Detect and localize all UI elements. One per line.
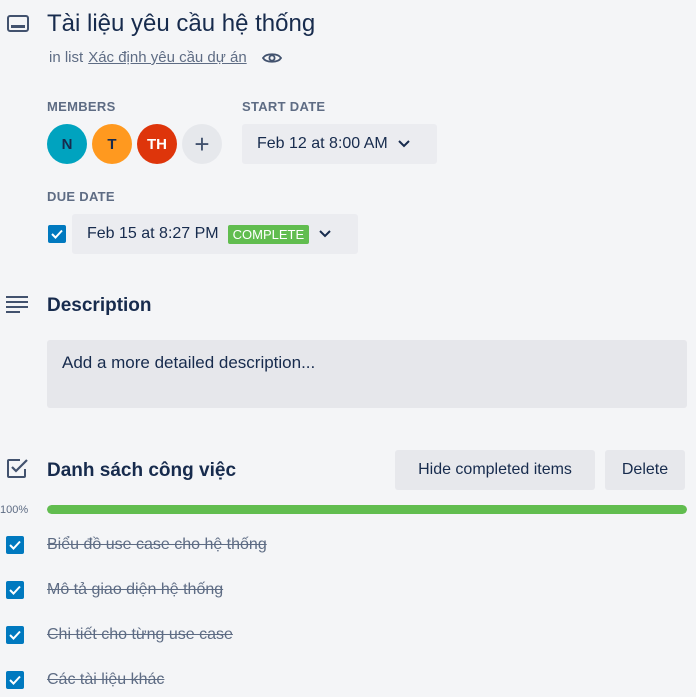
list-link[interactable]: Xác định yêu cầu dự án (88, 48, 246, 68)
description-heading: Description (47, 295, 152, 316)
checkmark-icon (9, 675, 21, 685)
add-member-button[interactable]: + (182, 124, 222, 164)
list-info: in list Xác định yêu cầu dự án (49, 48, 282, 68)
list-item[interactable]: Các tài liệu khác (6, 671, 164, 689)
status-badge: COMPLETE (227, 224, 310, 244)
start-date-label: START DATE (242, 99, 326, 114)
list-item[interactable]: Chi tiết cho từng use case (6, 626, 233, 644)
start-date-button[interactable]: Feb 12 at 8:00 AM (242, 124, 437, 164)
chevron-down-icon (319, 230, 331, 238)
item-text[interactable]: Chi tiết cho từng use case (47, 626, 233, 644)
due-date-label: DUE DATE (47, 189, 115, 204)
chevron-down-icon (398, 140, 410, 148)
progress-bar (47, 505, 687, 514)
checkmark-icon (9, 540, 21, 550)
avatar[interactable]: N (47, 124, 87, 164)
list-item[interactable]: Biểu đồ use case cho hệ thống (6, 536, 267, 554)
item-checkbox[interactable] (6, 626, 24, 644)
due-date-checkbox[interactable] (48, 225, 66, 243)
checklist-icon (7, 459, 28, 478)
members-label: MEMBERS (47, 99, 116, 114)
delete-checklist-button[interactable]: Delete (605, 450, 685, 490)
description-input[interactable]: Add a more detailed description... (47, 340, 687, 408)
item-text[interactable]: Mô tả giao diện hệ thống (47, 581, 223, 599)
progress-percent: 100% (0, 504, 29, 516)
hide-completed-button[interactable]: Hide completed items (395, 450, 595, 490)
item-checkbox[interactable] (6, 671, 24, 689)
start-date-value: Feb 12 at 8:00 AM (257, 135, 388, 152)
card-title[interactable]: Tài liệu yêu cầu hệ thống (47, 8, 315, 40)
list-item[interactable]: Mô tả giao diện hệ thống (6, 581, 223, 599)
item-checkbox[interactable] (6, 581, 24, 599)
checkmark-icon (9, 630, 21, 640)
description-icon (6, 296, 28, 313)
item-text[interactable]: Các tài liệu khác (47, 671, 164, 689)
checkmark-icon (9, 585, 21, 595)
item-checkbox[interactable] (6, 536, 24, 554)
due-date-value: Feb 15 at 8:27 PM (87, 225, 219, 242)
checklist-title[interactable]: Danh sách công việc (47, 459, 236, 483)
progress-fill (47, 505, 687, 514)
card-icon (7, 15, 29, 32)
list-prefix: in list (49, 49, 84, 66)
avatar[interactable]: T (92, 124, 132, 164)
eye-icon[interactable] (261, 51, 282, 65)
checkmark-icon (51, 229, 63, 239)
avatar[interactable]: TH (137, 124, 177, 164)
item-text[interactable]: Biểu đồ use case cho hệ thống (47, 536, 267, 554)
due-date-button[interactable]: Feb 15 at 8:27 PM COMPLETE (72, 214, 358, 254)
members-list: N T TH + (47, 124, 222, 164)
